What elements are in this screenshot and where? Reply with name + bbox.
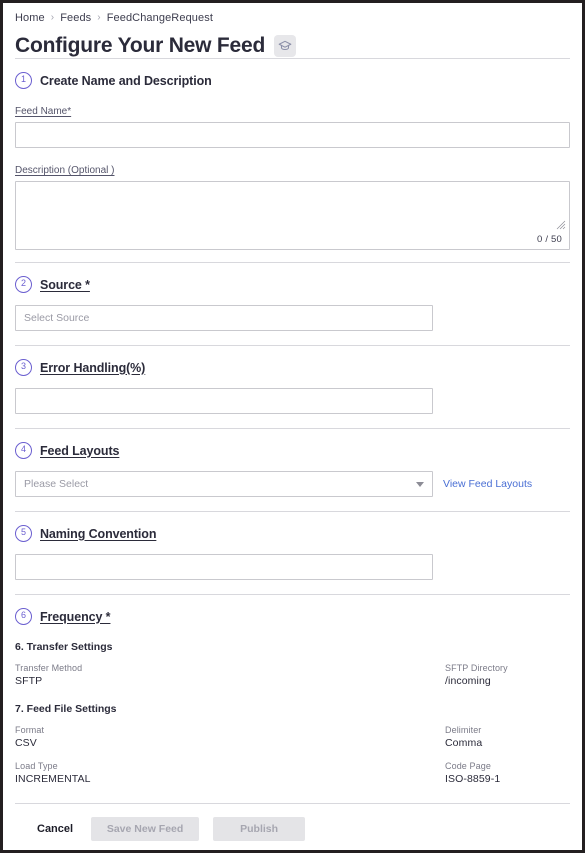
page-title: Configure Your New Feed — [15, 33, 265, 58]
feed-file-settings-heading: 7. Feed File Settings — [15, 687, 570, 715]
kv-value: CSV — [15, 737, 445, 749]
section-3-header: 3 Error Handling(%) — [15, 346, 570, 376]
kv-value: ISO-8859-1 — [445, 773, 570, 785]
kv-value: SFTP — [15, 675, 445, 687]
kv-key: Code Page — [445, 761, 570, 771]
section-5-header: 5 Naming Convention — [15, 512, 570, 542]
kv-pair: Delimiter Comma — [445, 725, 570, 749]
section-4-title: Feed Layouts — [40, 444, 119, 458]
source-field — [15, 293, 570, 331]
footer-actions: Cancel Save New Feed Publish — [3, 804, 582, 841]
section-source: 2 Source * — [3, 263, 582, 345]
section-error-handling: 3 Error Handling(%) — [3, 346, 582, 428]
naming-convention-input[interactable] — [15, 554, 433, 580]
step-number-badge: 6 — [15, 608, 32, 625]
breadcrumb-item-home[interactable]: Home — [15, 12, 45, 24]
step-number-badge: 5 — [15, 525, 32, 542]
step-number-badge: 1 — [15, 72, 32, 89]
section-4-header: 4 Feed Layouts — [15, 429, 570, 459]
kv-pair: Transfer Method SFTP — [15, 663, 445, 687]
kv-value: Comma — [445, 737, 570, 749]
breadcrumb-separator-icon: › — [97, 13, 100, 23]
feed-name-field: Feed Name* — [15, 89, 570, 148]
section-create-name-and-description: 1 Create Name and Description Feed Name*… — [3, 59, 582, 262]
save-new-feed-button[interactable]: Save New Feed — [91, 817, 199, 841]
source-input[interactable] — [15, 305, 433, 331]
error-handling-field — [15, 376, 570, 414]
kv-key: SFTP Directory — [445, 663, 570, 673]
feed-layouts-select-value: Please Select — [24, 478, 416, 490]
kv-value: INCREMENTAL — [15, 773, 445, 785]
step-number-badge: 2 — [15, 276, 32, 293]
section-naming-convention: 5 Naming Convention — [3, 512, 582, 594]
graduation-cap-icon[interactable] — [274, 35, 296, 57]
step-number-badge: 4 — [15, 442, 32, 459]
page-header: Configure Your New Feed — [3, 24, 582, 58]
kv-key: Transfer Method — [15, 663, 445, 673]
kv-key: Delimiter — [445, 725, 570, 735]
section-5-title: Naming Convention — [40, 527, 156, 541]
error-handling-input[interactable] — [15, 388, 433, 414]
naming-convention-field — [15, 542, 570, 580]
description-label: Description (Optional ) — [15, 165, 114, 176]
cancel-button[interactable]: Cancel — [33, 817, 77, 841]
publish-button[interactable]: Publish — [213, 817, 305, 841]
breadcrumb: Home › Feeds › FeedChangeRequest — [3, 3, 582, 24]
feed-name-input[interactable] — [15, 122, 570, 148]
section-2-header: 2 Source * — [15, 263, 570, 293]
section-3-title: Error Handling(%) — [40, 361, 145, 375]
section-feed-layouts: 4 Feed Layouts Please Select View Feed L… — [3, 429, 582, 511]
description-textarea-wrap: 0 / 50 — [15, 181, 570, 250]
breadcrumb-item-feedchangerequest[interactable]: FeedChangeRequest — [107, 12, 213, 24]
character-counter: 0 / 50 — [537, 234, 562, 245]
chevron-down-icon[interactable] — [416, 482, 424, 487]
transfer-settings-grid: Transfer Method SFTP SFTP Directory /inc… — [15, 653, 570, 687]
kv-pair: Format CSV — [15, 725, 445, 749]
section-1-header: 1 Create Name and Description — [15, 59, 570, 89]
breadcrumb-separator-icon: › — [51, 13, 54, 23]
transfer-settings-heading: 6. Transfer Settings — [15, 625, 570, 653]
feed-layouts-select[interactable]: Please Select — [15, 471, 433, 497]
step-number-badge: 3 — [15, 359, 32, 376]
kv-pair: Code Page ISO-8859-1 — [445, 761, 570, 785]
section-6-title: Frequency * — [40, 610, 110, 624]
breadcrumb-item-feeds[interactable]: Feeds — [60, 12, 91, 24]
kv-value: /incoming — [445, 675, 570, 687]
section-2-title: Source * — [40, 278, 90, 292]
kv-key: Format — [15, 725, 445, 735]
kv-pair: SFTP Directory /incoming — [445, 663, 570, 687]
kv-key: Load Type — [15, 761, 445, 771]
description-textarea[interactable] — [15, 181, 570, 250]
kv-pair: Load Type INCREMENTAL — [15, 761, 445, 785]
section-1-title: Create Name and Description — [40, 74, 212, 88]
app-window: Home › Feeds › FeedChangeRequest Configu… — [0, 0, 585, 853]
page-content: Home › Feeds › FeedChangeRequest Configu… — [3, 3, 582, 850]
feed-file-settings-grid: Format CSV Delimiter Comma Load Type INC… — [15, 715, 570, 785]
view-feed-layouts-link[interactable]: View Feed Layouts — [443, 478, 532, 490]
section-frequency: 6 Frequency * 6. Transfer Settings Trans… — [3, 595, 582, 785]
description-field: Description (Optional ) 0 / 50 — [15, 148, 570, 250]
section-6-header: 6 Frequency * — [15, 595, 570, 625]
feed-name-label: Feed Name* — [15, 106, 71, 117]
feed-layouts-row: Please Select View Feed Layouts — [15, 459, 570, 497]
